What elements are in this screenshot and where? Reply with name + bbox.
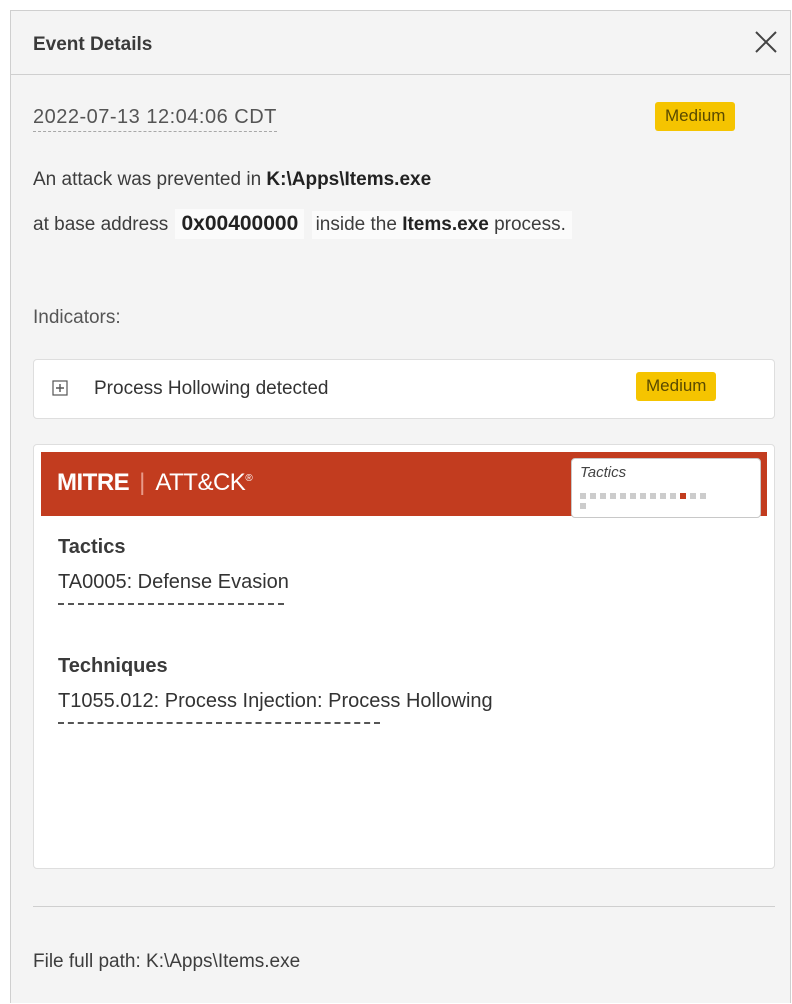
tactic-square (640, 493, 646, 499)
description-prefix: An attack was prevented in (33, 169, 262, 190)
tactic-square (580, 493, 586, 499)
tactic-square (660, 493, 666, 499)
process-name: Items.exe (402, 214, 489, 235)
indicator-text: Process Hollowing detected (94, 378, 329, 399)
tactic-link-underline (58, 603, 284, 605)
severity-badge: Medium (655, 102, 736, 131)
file-path-value: K:\Apps\Items.exe (146, 951, 301, 972)
inside-the-text: inside the (315, 214, 397, 235)
process-suffix: process. (494, 214, 566, 235)
process-description: inside the Items.exe process. (311, 211, 572, 239)
event-description-line2: at base address 0x00400000 inside the It… (33, 209, 572, 239)
mitre-logo-attck: ATT&CK (155, 469, 246, 496)
tactics-mini-map[interactable]: Tactics (571, 458, 761, 518)
expand-plus-icon[interactable] (52, 380, 68, 396)
indicator-row[interactable]: Process Hollowing detected Medium (33, 359, 775, 419)
base-address-label: at base address (33, 214, 169, 235)
tactics-heading: Tactics (58, 536, 126, 558)
tactic-square (630, 493, 636, 499)
footer-divider (33, 906, 775, 907)
mitre-banner: MITRE | ATT&CK® Tactics (41, 452, 767, 518)
technique-link[interactable]: T1055.012: Process Injection: Process Ho… (58, 690, 493, 713)
tactics-mini-label: Tactics (580, 464, 627, 481)
panel-title: Event Details (33, 34, 153, 55)
mitre-logo-word: MITRE (57, 469, 130, 496)
file-full-path: File full path: K:\Apps\Items.exe (33, 951, 300, 973)
tactic-square (590, 493, 596, 499)
panel-header: Event Details (11, 11, 790, 75)
tactic-square (650, 493, 656, 499)
tactic-square (580, 503, 586, 509)
indicators-label: Indicators: (33, 307, 121, 328)
tactic-link[interactable]: TA0005: Defense Evasion (58, 571, 289, 594)
tactics-mini-squares (580, 493, 706, 509)
techniques-heading: Techniques (58, 655, 168, 677)
tactic-square (620, 493, 626, 499)
event-description-line1: An attack was prevented in K:\Apps\Items… (33, 169, 431, 191)
tactic-square-highlighted (680, 493, 686, 499)
tactic-square (670, 493, 676, 499)
tactic-square (600, 493, 606, 499)
tactic-square (610, 493, 616, 499)
file-path-label: File full path: (33, 951, 141, 972)
mitre-attack-logo: MITRE | ATT&CK® (57, 469, 253, 497)
mitre-logo-separator: | (139, 469, 146, 496)
event-details-panel: Event Details 2022-07-13 12:04:06 CDT Me… (10, 10, 791, 1003)
mitre-logo-mark: ® (245, 473, 253, 484)
attack-path: K:\Apps\Items.exe (266, 169, 432, 190)
tactic-square (690, 493, 696, 499)
event-timestamp[interactable]: 2022-07-13 12:04:06 CDT (33, 106, 277, 132)
tactic-square (700, 493, 706, 499)
indicator-severity-badge: Medium (636, 372, 717, 401)
technique-link-underline (58, 722, 380, 724)
base-address-value: 0x00400000 (175, 209, 305, 239)
mitre-attack-card: MITRE | ATT&CK® Tactics Tactics TA0005: De… (33, 444, 775, 869)
close-icon[interactable] (752, 28, 780, 56)
